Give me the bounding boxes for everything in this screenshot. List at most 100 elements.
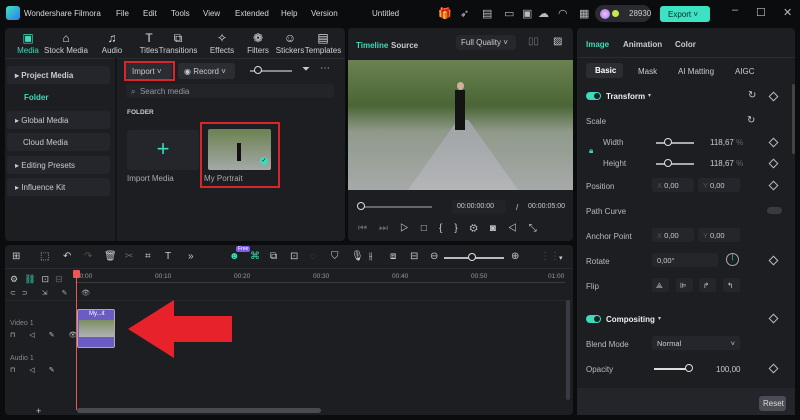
scrollbar[interactable] — [792, 84, 795, 154]
dropdown-icon[interactable]: ▾ — [559, 254, 563, 262]
opacity-slider[interactable] — [654, 368, 689, 370]
link-icon[interactable]: ⛓ — [24, 274, 41, 284]
import-media-tile[interactable]: + — [127, 130, 199, 170]
redo-icon[interactable]: ↷ — [84, 251, 92, 262]
tab-transitions[interactable]: ⧉ Transitions — [158, 31, 198, 55]
menu-file[interactable]: File — [116, 9, 129, 18]
menu-edit[interactable]: Edit — [143, 9, 157, 18]
flip-horizontal-button[interactable]: ⟁ — [652, 278, 669, 292]
video-preview[interactable] — [348, 60, 573, 190]
next-frame-icon[interactable]: ⏭ — [379, 223, 400, 234]
menu-help[interactable]: Help — [281, 9, 297, 18]
subtab-aigc[interactable]: AIGC — [735, 67, 755, 76]
horizontal-scrollbar[interactable] — [77, 408, 321, 413]
zoom-out-icon[interactable]: ⊖ — [430, 251, 438, 262]
playhead-handle[interactable] — [73, 270, 80, 278]
tab-effects[interactable]: ✧ Effects — [202, 31, 242, 55]
subtab-ai-matting[interactable]: AI Matting — [678, 67, 714, 76]
ai-copilot-icon[interactable]: ☻ — [229, 251, 240, 262]
sidebar-global-media[interactable]: ▸ Global Media — [7, 111, 110, 129]
export-button[interactable]: Export ˅ — [660, 6, 710, 22]
avatar[interactable] — [600, 9, 610, 19]
rotate-input[interactable]: 0,00° — [652, 253, 718, 267]
zoom-in-icon[interactable]: ⊕ — [511, 251, 519, 262]
tab-animation[interactable]: Animation — [623, 40, 662, 49]
sidebar-cloud-media[interactable]: Cloud Media — [7, 133, 110, 151]
photo-icon[interactable]: ⊡ — [290, 251, 298, 262]
add-track-icon[interactable]: ⚙ — [10, 274, 24, 284]
collapse-icon[interactable]: ▾ — [648, 92, 651, 99]
compositing-toggle[interactable] — [586, 315, 601, 323]
lock-icon[interactable]: 🔒︎ — [589, 146, 593, 156]
blend-mode-dropdown[interactable]: Normal ˅ — [652, 336, 740, 350]
chip-icon[interactable]: ⌘ — [250, 251, 260, 262]
shield-icon[interactable]: ⛉ — [331, 251, 339, 262]
rocket-icon[interactable]: ➶ — [460, 7, 469, 20]
vertical-scrollbar[interactable] — [566, 300, 570, 400]
headset-icon[interactable]: ◠ — [558, 7, 568, 20]
fit-icon[interactable]: ⊟ — [410, 251, 418, 262]
delete-icon[interactable]: 🗑︎ — [104, 251, 117, 262]
quality-dropdown[interactable]: Full Quality ˅ — [456, 35, 516, 50]
sidebar-project-media[interactable]: ▸ Project Media — [7, 66, 110, 84]
text-tool-icon[interactable]: T — [165, 251, 171, 262]
volume-icon[interactable]: ◁ — [508, 223, 529, 234]
filter-icon[interactable]: ⏷ — [302, 64, 310, 75]
anchor-x-input[interactable]: X 0,00 — [652, 228, 694, 242]
reset-transform-icon[interactable]: ↻ — [748, 90, 756, 101]
tab-source[interactable]: Source — [391, 41, 418, 50]
more-tools-icon[interactable]: » — [188, 251, 194, 262]
play-icon[interactable]: ▷ — [400, 223, 421, 234]
subtab-mask[interactable]: Mask — [638, 67, 657, 76]
save-icon[interactable]: ▣ — [522, 7, 532, 20]
monitor-icon[interactable]: ▭ — [504, 7, 514, 20]
track-manage-icon[interactable]: ⊟ — [55, 274, 69, 284]
position-x-input[interactable]: X 0,00 — [652, 178, 694, 192]
reset-scale-icon[interactable]: ↻ — [747, 115, 755, 126]
collapse-icon[interactable]: ▾ — [658, 315, 661, 322]
speed-icon[interactable]: ◌ — [310, 251, 316, 262]
anchor-y-input[interactable]: Y 0,00 — [698, 228, 740, 242]
mixer-icon[interactable]: ⫲ — [369, 251, 372, 262]
flip-vertical-button[interactable]: ⊫ — [676, 278, 693, 292]
sidebar-editing-presets[interactable]: ▸ Editing Presets — [7, 156, 110, 174]
zoom-knob[interactable] — [468, 253, 476, 261]
tab-color[interactable]: Color — [675, 40, 696, 49]
search-input[interactable]: ⌕ Search media — [126, 84, 334, 98]
rotate-dial[interactable]: | — [726, 253, 739, 266]
video-clip[interactable]: My...it — [77, 309, 115, 348]
path-curve-toggle[interactable] — [767, 207, 782, 214]
notes-icon[interactable]: ▤ — [482, 7, 492, 20]
sidebar-folder[interactable]: Folder — [24, 93, 48, 102]
mark-out-icon[interactable]: } — [454, 223, 469, 234]
stop-icon[interactable]: □ — [421, 223, 439, 234]
menu-view[interactable]: View — [203, 9, 220, 18]
sidebar-influence-kit[interactable]: ▸ Influence Kit — [7, 178, 110, 196]
height-knob[interactable] — [664, 159, 672, 167]
tab-stock-media[interactable]: ⌂ Stock Media — [43, 31, 89, 55]
mic-icon[interactable]: 🎙︎ — [351, 251, 364, 262]
undo-icon[interactable]: ↶ — [63, 251, 71, 262]
tab-audio[interactable]: ♫ Audio — [92, 31, 132, 55]
slider-knob[interactable] — [254, 66, 262, 74]
select-tool-icon[interactable]: ⬚ — [40, 251, 49, 262]
transform-toggle[interactable] — [586, 92, 601, 100]
close-icon[interactable]: ✕ — [783, 6, 792, 19]
playhead-knob[interactable] — [357, 202, 365, 210]
more-icon[interactable]: ⋯ — [320, 63, 330, 74]
add-track-plus-icon[interactable]: + — [36, 406, 41, 416]
mark-in-icon[interactable]: { — [439, 223, 454, 234]
layout-icon[interactable]: ⊞ — [12, 251, 20, 262]
fullscreen-icon[interactable]: ⤡ — [529, 223, 549, 234]
settings-icon[interactable]: ⚙ — [470, 223, 490, 234]
video-track-icons[interactable]: ⊓ ◁ ✎ 👁︎ — [10, 331, 83, 339]
width-slider[interactable] — [656, 142, 694, 144]
rotate-right-button[interactable]: ↱ — [699, 278, 716, 292]
minimize-icon[interactable]: – — [732, 4, 738, 16]
tab-image[interactable]: Image — [586, 40, 609, 49]
apps-icon[interactable]: ▦ — [579, 7, 589, 20]
menu-tools[interactable]: Tools — [171, 9, 190, 18]
snapshot-icon[interactable]: ◙ — [490, 223, 508, 234]
menu-extended[interactable]: Extended — [235, 9, 269, 18]
audio-meter-icon[interactable]: ⋮⋮ — [540, 251, 560, 262]
